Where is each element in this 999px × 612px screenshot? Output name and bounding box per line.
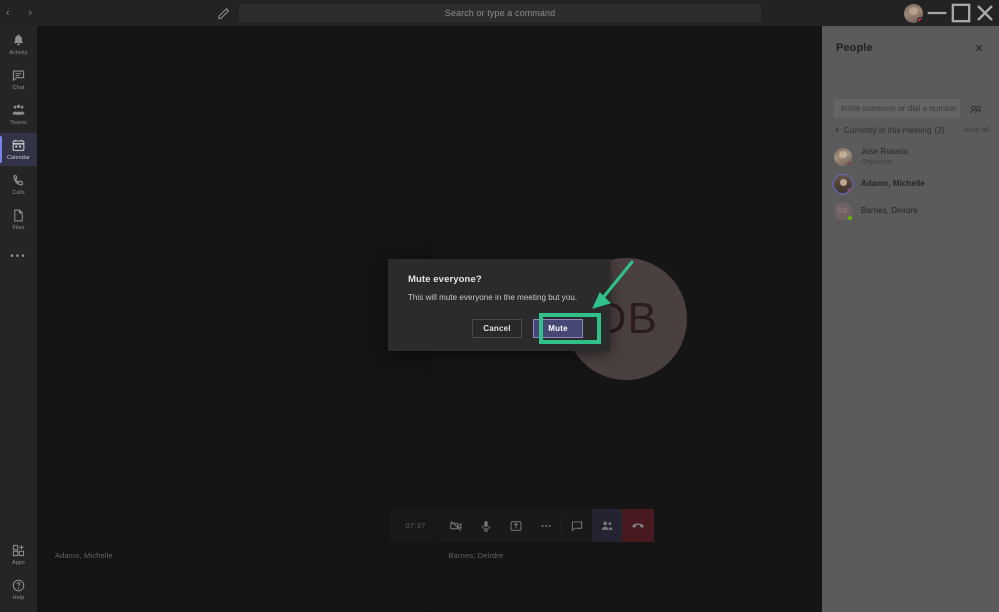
title-bar: ‹ › Search or type a command — [0, 0, 999, 26]
sidebar-item-label: Activity — [9, 50, 28, 56]
participant-name: Barnes, Deirdre — [861, 206, 918, 216]
sidebar-item-label: Apps — [12, 560, 25, 566]
status-badge — [847, 161, 852, 166]
avatar — [834, 175, 852, 193]
cancel-button[interactable]: Cancel — [472, 319, 522, 338]
participant-text: Jose Rosario Organizer — [861, 147, 908, 167]
teams-icon — [11, 103, 26, 118]
section-label: Currently in this meeting — [844, 126, 932, 135]
help-icon — [11, 578, 26, 593]
apps-icon — [11, 543, 26, 558]
app-rail: Activity Chat Teams Calendar Calls Files… — [0, 26, 37, 612]
participant-count: (3) — [934, 126, 945, 135]
mute-all-link[interactable]: Mute all — [964, 127, 989, 134]
invite-placeholder: Invite someone or dial a number — [841, 104, 957, 113]
chat-icon — [11, 68, 26, 83]
sidebar-item-calls[interactable]: Calls — [0, 168, 37, 201]
sidebar-item-chat[interactable]: Chat — [0, 63, 37, 96]
meeting-section-header[interactable]: ▼ Currently in this meeting (3) Mute all — [834, 126, 989, 135]
list-item[interactable]: Adamo, Michelle — [834, 171, 989, 197]
avatar — [834, 148, 852, 166]
participant-text: Barnes, Deirdre — [861, 206, 918, 216]
sidebar-item-label: Files — [12, 225, 25, 231]
sidebar-item-label: Calendar — [6, 155, 31, 161]
search-placeholder: Search or type a command — [444, 8, 556, 18]
calendar-icon — [11, 138, 26, 153]
teams-meeting-window: ‹ › Search or type a command Activity Ch… — [0, 0, 999, 612]
avatar[interactable] — [904, 4, 923, 23]
dialog-body-text: This will mute everyone in the meeting b… — [408, 293, 578, 302]
status-badge — [847, 215, 853, 221]
sidebar-item-label: Teams — [10, 120, 27, 126]
sidebar-item-label: Chat — [12, 85, 25, 91]
rail-bottom-group: Apps Help — [0, 536, 37, 606]
close-icon[interactable]: ✕ — [973, 43, 985, 55]
people-panel: People ✕ Invite someone or dial a number… — [822, 26, 999, 612]
phone-icon — [11, 173, 26, 188]
sidebar-item-apps[interactable]: Apps — [0, 538, 37, 571]
chevron-down-icon[interactable]: ▼ — [834, 128, 842, 134]
compose-icon[interactable] — [217, 6, 232, 21]
history-nav: ‹ › — [0, 0, 38, 26]
back-icon[interactable]: ‹ — [6, 7, 10, 19]
participant-name: Jose Rosario — [861, 147, 909, 157]
dialog-title: Mute everyone? — [408, 274, 482, 285]
avatar: DB — [834, 202, 853, 221]
search-input[interactable]: Search or type a command — [239, 4, 761, 22]
close-button[interactable] — [971, 0, 999, 26]
participant-name: Adamo, Michelle — [861, 179, 925, 189]
sidebar-item-files[interactable]: Files — [0, 203, 37, 236]
participant-role: Organizer — [861, 158, 892, 166]
sidebar-item-label: Help — [12, 595, 25, 601]
sidebar-item-teams[interactable]: Teams — [0, 98, 37, 131]
status-badge — [847, 188, 852, 193]
participant-text: Adamo, Michelle — [861, 179, 925, 189]
sidebar-item-help[interactable]: Help — [0, 573, 37, 606]
forward-icon[interactable]: › — [28, 7, 32, 19]
page-title: People — [836, 42, 873, 54]
sidebar-item-label: Calls — [12, 190, 25, 196]
share-contact-icon[interactable] — [969, 102, 983, 116]
files-icon — [11, 208, 26, 223]
mute-button-highlight — [539, 313, 601, 344]
invite-row: Invite someone or dial a number — [834, 99, 987, 118]
more-apps-icon[interactable]: ••• — [0, 242, 37, 270]
list-item[interactable]: DB Barnes, Deirdre — [834, 198, 989, 224]
list-item[interactable]: Jose Rosario Organizer — [834, 144, 989, 170]
invite-input[interactable]: Invite someone or dial a number — [834, 99, 960, 118]
sidebar-item-activity[interactable]: Activity — [0, 28, 37, 61]
sidebar-item-calendar[interactable]: Calendar — [0, 133, 37, 166]
avatar-initials: DB — [837, 207, 849, 215]
bell-icon — [11, 33, 26, 48]
